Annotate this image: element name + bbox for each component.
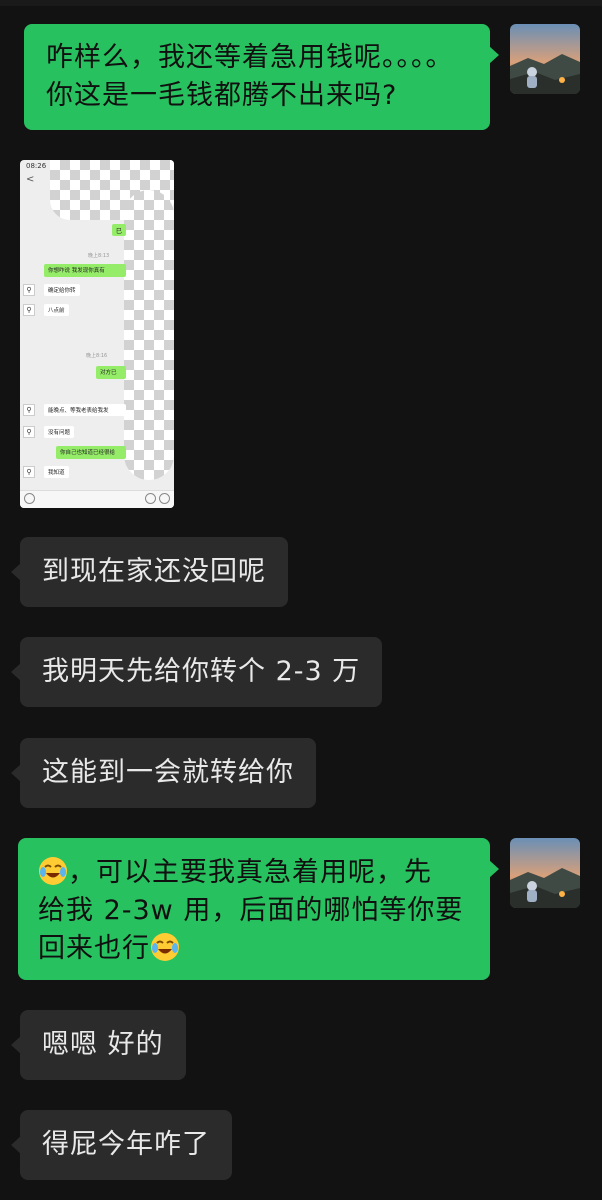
thumb-msg: 巳 [112, 224, 126, 236]
thumb-emoji-icon [145, 493, 156, 504]
message-text: 咋样么，我还等着急用钱呢。。。。 [46, 42, 454, 73]
avatar-self[interactable] [510, 24, 580, 94]
thumb-avatar: ⚲ [23, 404, 35, 416]
message-outgoing[interactable]: 咋样么，我还等着急用钱呢。。。。 你这是一毛钱都腾不出来吗? [24, 24, 499, 130]
thumb-msg: 你自己也知道已经很给 [56, 446, 126, 459]
message-outgoing[interactable]: ，可以主要我真急着用呢，先 给我 2-3w 用，后面的哪怕等你要 回来也行 [18, 838, 499, 980]
thumb-avatar: ⚲ [23, 284, 35, 296]
message-text: 这能到一会就转给你 [42, 757, 294, 788]
message-text: 到现在家还没回呢 [42, 556, 266, 587]
thumb-input-bar [20, 490, 174, 508]
thumb-msg: 确定给你转 [44, 284, 80, 296]
thumb-time: 晚上8:13 [88, 253, 110, 259]
message-text: 回来也行 [38, 933, 150, 964]
thumb-voice-icon [24, 493, 35, 504]
thumb-status-time: 08:26 [26, 162, 47, 170]
redacted-area-right [124, 190, 174, 480]
thumb-msg: 你想咋说 我发现你真有 [44, 264, 126, 277]
message-text: 我明天先给你转个 2-3 万 [42, 656, 361, 687]
message-incoming[interactable]: 到现在家还没回呢 [11, 537, 288, 607]
thumb-msg: 对方已 [96, 366, 126, 379]
thumb-plus-icon [159, 493, 170, 504]
avatar-image [510, 838, 580, 908]
thumb-avatar: ⚲ [23, 304, 35, 316]
thumb-msg: 八点前 [44, 304, 69, 316]
avatar-image [510, 24, 580, 94]
status-strip [0, 0, 602, 6]
thumb-avatar: ⚲ [23, 426, 35, 438]
thumb-avatar: ⚲ [23, 466, 35, 478]
message-line: ，可以主要我真急着用呢，先 [38, 854, 470, 892]
message-text: 得屁今年咋了 [42, 1129, 210, 1160]
thumb-msg: 能晚点、等我老表给我发 [44, 404, 126, 416]
thumb-time: 晚上8:16 [86, 353, 108, 359]
crying-laughing-emoji-icon [39, 857, 67, 885]
thumb-msg: 我知道 [44, 466, 69, 478]
thumb-msg: 没有问题 [44, 426, 75, 438]
message-text: 给我 2-3w 用，后面的哪怕等你要 [38, 895, 464, 926]
message-text: ，可以主要我真急着用呢，先 [68, 857, 432, 888]
shared-screenshot-image[interactable]: 08:26 < ··· 巳 晚上8:13 你想咋说 我发现你真有 ⚲ 确定给你转… [20, 160, 174, 508]
message-line: 回来也行 [38, 930, 470, 968]
message-incoming[interactable]: 这能到一会就转给你 [11, 738, 316, 808]
thumb-back-icon: < [26, 174, 35, 185]
crying-laughing-emoji-icon [151, 933, 179, 961]
message-incoming[interactable]: 我明天先给你转个 2-3 万 [10, 637, 383, 707]
message-text: 你这是一毛钱都腾不出来吗? [46, 80, 398, 111]
message-text: 嗯嗯 好的 [42, 1029, 164, 1060]
avatar-self[interactable] [510, 838, 580, 908]
message-incoming[interactable]: 得屁今年咋了 [11, 1110, 232, 1180]
message-incoming[interactable]: 嗯嗯 好的 [11, 1010, 186, 1080]
